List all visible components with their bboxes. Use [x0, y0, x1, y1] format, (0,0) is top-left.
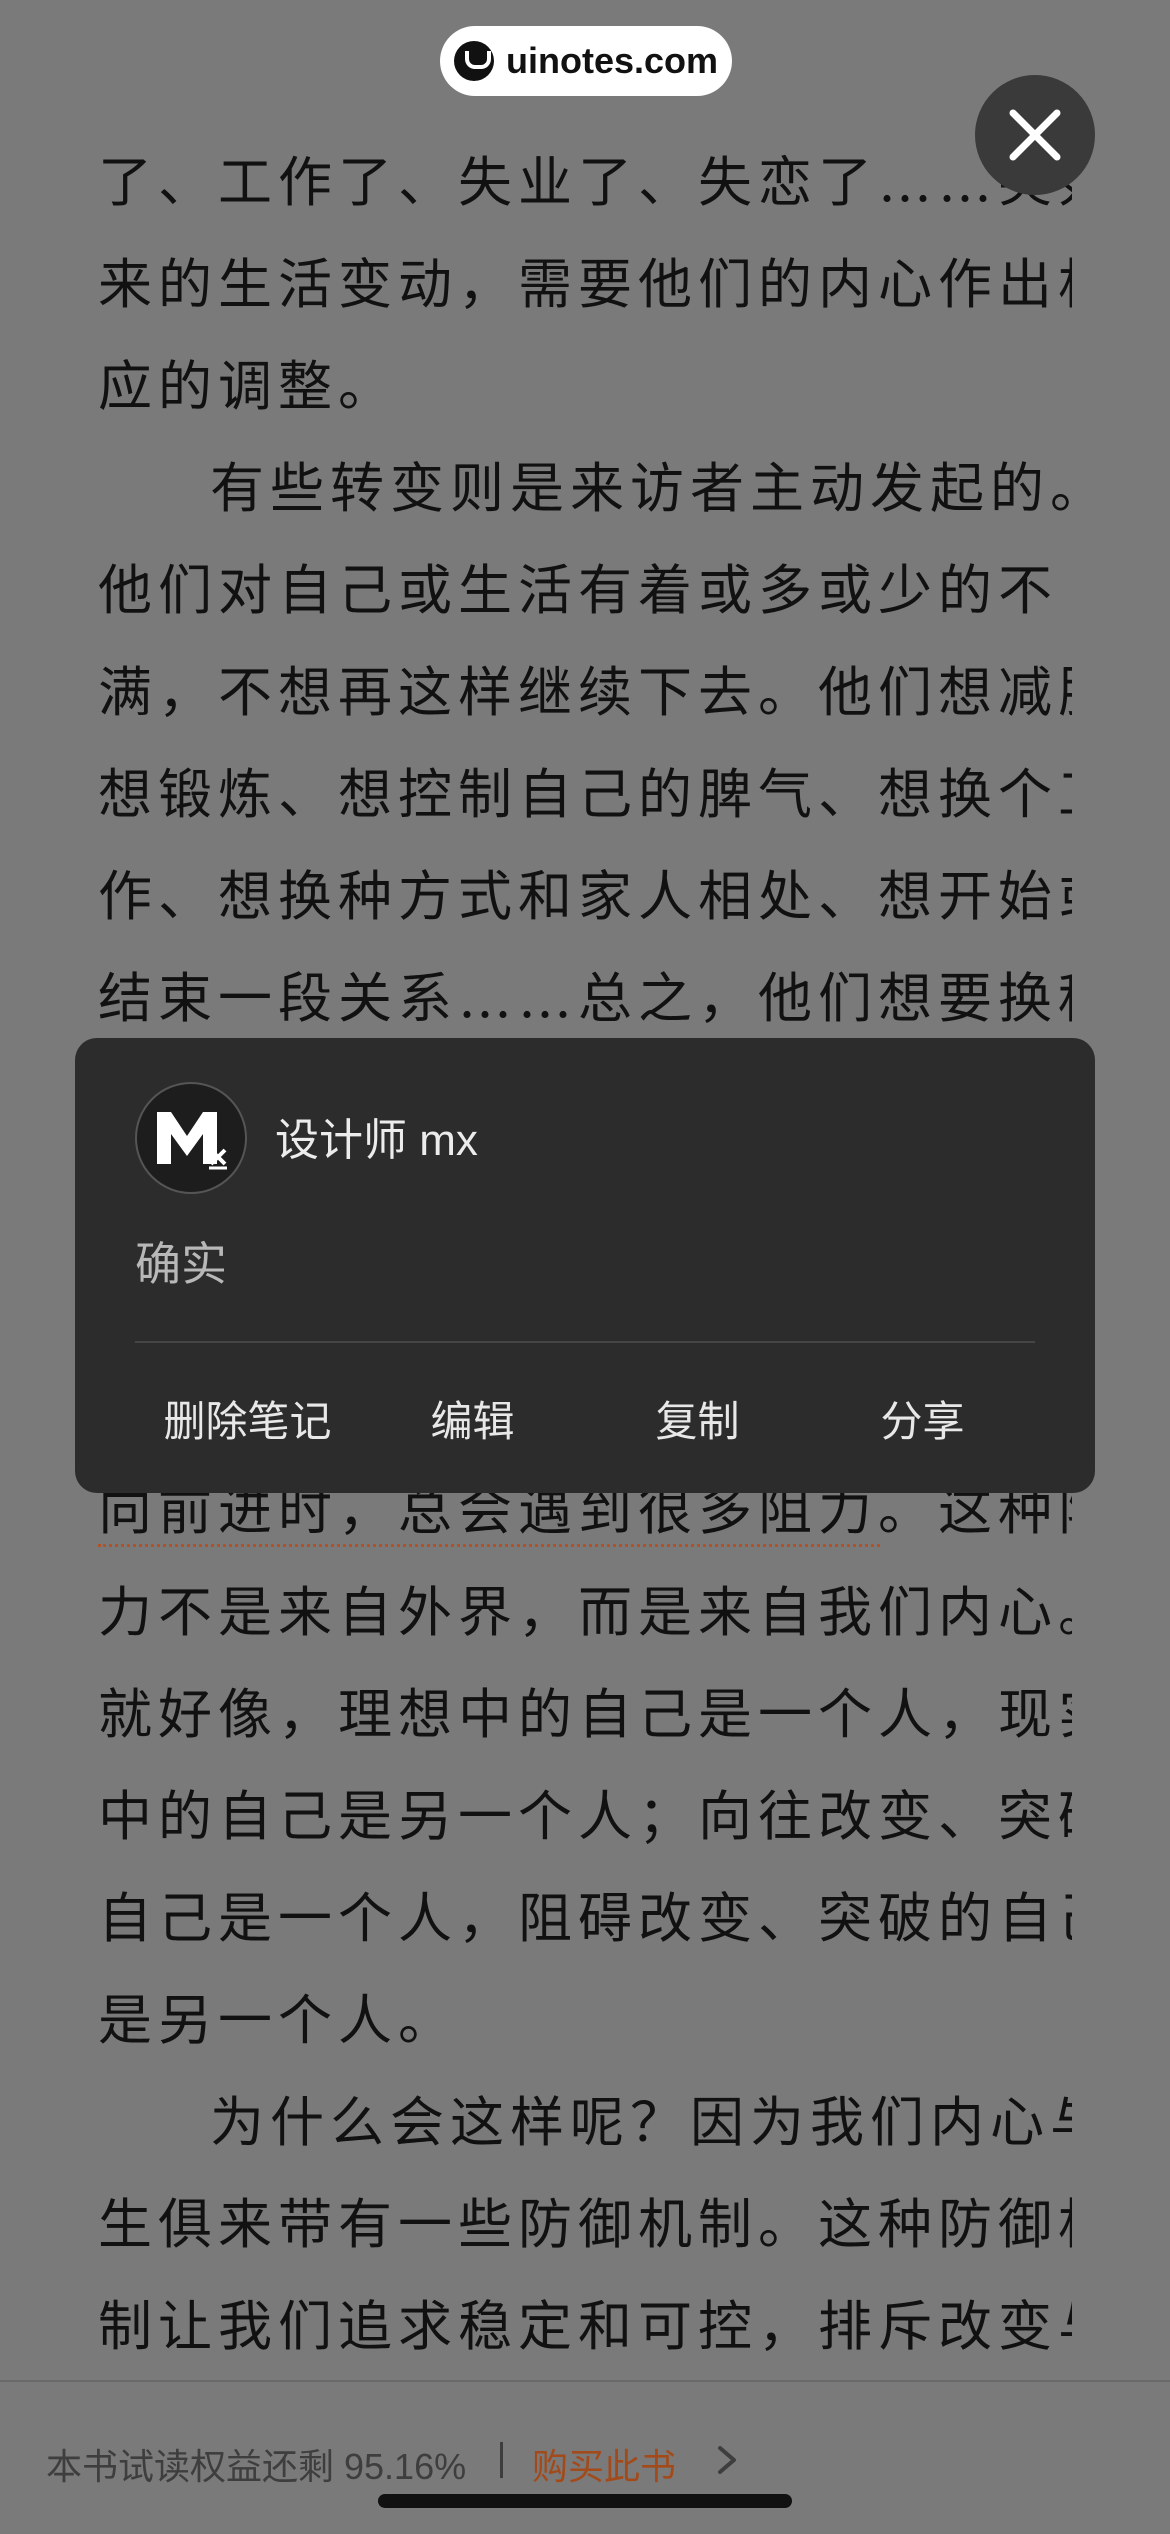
- note-content: 确实: [135, 1238, 227, 1290]
- note-author: 设计师 mx: [275, 1116, 478, 1165]
- divider: [135, 1341, 1035, 1343]
- edit-button[interactable]: 编辑: [360, 1388, 585, 1449]
- text-line: 自己是一个人，阻碍改变、突破的自己: [98, 1887, 1072, 1950]
- share-button[interactable]: 分享: [810, 1388, 1035, 1449]
- watermark-badge: uinotes.com: [440, 26, 732, 96]
- uinotes-logo-icon: [453, 41, 494, 81]
- text-line: 制让我们追求稳定和可控，排斥改变与: [98, 2295, 1072, 2358]
- home-indicator[interactable]: [378, 2494, 792, 2508]
- note-underline[interactable]: [98, 1544, 880, 1547]
- divider: [500, 2442, 503, 2478]
- mx-logo-icon: [157, 1112, 227, 1170]
- trial-bar: 本书试读权益还剩 95.16% 购买此书: [0, 2380, 1170, 2534]
- text-line: 来的生活变动，需要他们的内心作出相: [98, 253, 1072, 316]
- text-line: 他们对自己或生活有着或多或少的不: [98, 559, 1058, 622]
- text-line: 就好像，理想中的自己是一个人，现实: [98, 1683, 1072, 1746]
- note-actions: 删除笔记 编辑 复制 分享: [135, 1388, 1035, 1458]
- copy-button[interactable]: 复制: [585, 1388, 810, 1449]
- text-line: 想锻炼、想控制自己的脾气、想换个工: [98, 763, 1072, 826]
- text-line: 是另一个人。: [98, 1989, 458, 2052]
- text-line: 应的调整。: [98, 355, 398, 418]
- buy-book-link[interactable]: 购买此书: [532, 2438, 676, 2490]
- avatar[interactable]: [135, 1082, 247, 1194]
- text-line: 中的自己是另一个人；向往改变、突破的: [98, 1785, 1072, 1848]
- watermark-text: uinotes.com: [505, 40, 719, 81]
- text-line: 有些转变则是来访者主动发起的。: [210, 457, 1072, 520]
- text-line: 力不是来自外界，而是来自我们内心。: [98, 1581, 1072, 1644]
- text-line: 作、想换种方式和家人相处、想开始或者: [98, 865, 1072, 928]
- text-line: 结束一段关系……总之，他们想要换种: [98, 967, 1072, 1030]
- chevron-right-icon[interactable]: [712, 2442, 742, 2478]
- close-button[interactable]: [975, 75, 1095, 195]
- text-line: 满，不想再这样继续下去。他们想减肥、: [98, 661, 1072, 724]
- note-popup: 设计师 mx 确实 删除笔记 编辑 复制 分享: [75, 1038, 1095, 1493]
- close-icon: [1009, 109, 1061, 161]
- trial-status-text: 本书试读权益还剩 95.16%: [46, 2446, 467, 2487]
- text-line: 生俱来带有一些防御机制。这种防御机: [98, 2193, 1072, 2256]
- delete-note-button[interactable]: 删除笔记: [135, 1388, 360, 1449]
- text-line: 为什么会这样呢？因为我们内心与: [210, 2091, 1072, 2154]
- text-line: 了、工作了、失业了、失恋了……突如其: [98, 151, 1072, 214]
